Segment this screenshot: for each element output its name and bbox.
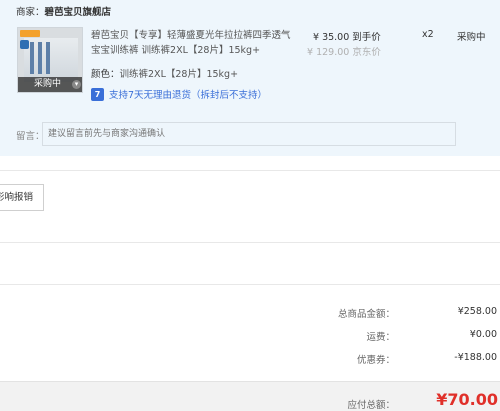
- package-stripe: [38, 42, 42, 74]
- spec-value: 训练裤2XL【28片】15kg+: [119, 69, 239, 80]
- total-value: ¥70.00: [436, 390, 498, 409]
- merchant-name[interactable]: 碧芭宝贝旗舰店: [45, 7, 112, 18]
- message-label: 留言：: [16, 131, 45, 142]
- report-button[interactable]: 影响报销: [0, 184, 44, 211]
- shipping-value: ¥0.00: [469, 329, 497, 340]
- product-quantity: x2: [422, 29, 434, 40]
- divider: [0, 284, 500, 285]
- brand-logo-icon: [20, 40, 29, 49]
- product-image[interactable]: 采购中 ▾: [17, 27, 83, 93]
- image-overlay-label: 采购中: [34, 79, 62, 89]
- message-input[interactable]: [42, 122, 456, 146]
- chevron-down-icon[interactable]: ▾: [72, 80, 81, 89]
- product-spec: 颜色：训练裤2XL【28片】15kg+: [91, 66, 238, 80]
- image-status-overlay: 采购中 ▾: [18, 77, 82, 92]
- divider: [0, 170, 500, 171]
- return-policy-icon: 7: [91, 87, 104, 101]
- order-item-panel: 商家：碧芭宝贝旗舰店 采购中 ▾ 碧芭宝贝【专享】轻薄盛夏光年拉拉裤四季透气宝宝…: [0, 0, 500, 156]
- product-title[interactable]: 碧芭宝贝【专享】轻薄盛夏光年拉拉裤四季透气宝宝训练裤 训练裤2XL【28片】15…: [91, 28, 291, 58]
- package-stripe: [46, 42, 50, 74]
- goods-total-value: ¥258.00: [457, 306, 497, 317]
- divider: [0, 242, 500, 243]
- discount-value: -¥188.00: [454, 352, 497, 363]
- total-bar: [0, 381, 500, 411]
- shipping-label: 运费：: [366, 332, 395, 343]
- total-label: 应付总额：: [347, 400, 395, 411]
- merchant-label: 商家：: [16, 7, 45, 18]
- product-price: ¥ 35.00 到手价: [313, 32, 381, 43]
- return-policy-text: 支持7天无理由退货（拆封后不支持）: [109, 90, 268, 101]
- merchant-info: 商家：碧芭宝贝旗舰店: [16, 4, 111, 18]
- purchase-status: 采购中: [457, 32, 486, 43]
- spec-key: 颜色：: [91, 69, 120, 80]
- goods-total-label: 总商品金额：: [337, 309, 395, 320]
- package-stripe: [30, 42, 34, 74]
- return-policy[interactable]: 7 支持7天无理由退货（拆封后不支持）: [91, 87, 267, 101]
- brand-tag-icon: [20, 30, 40, 37]
- product-original-price: ¥ 129.00 京东价: [307, 47, 381, 58]
- discount-label: 优惠券：: [356, 355, 395, 366]
